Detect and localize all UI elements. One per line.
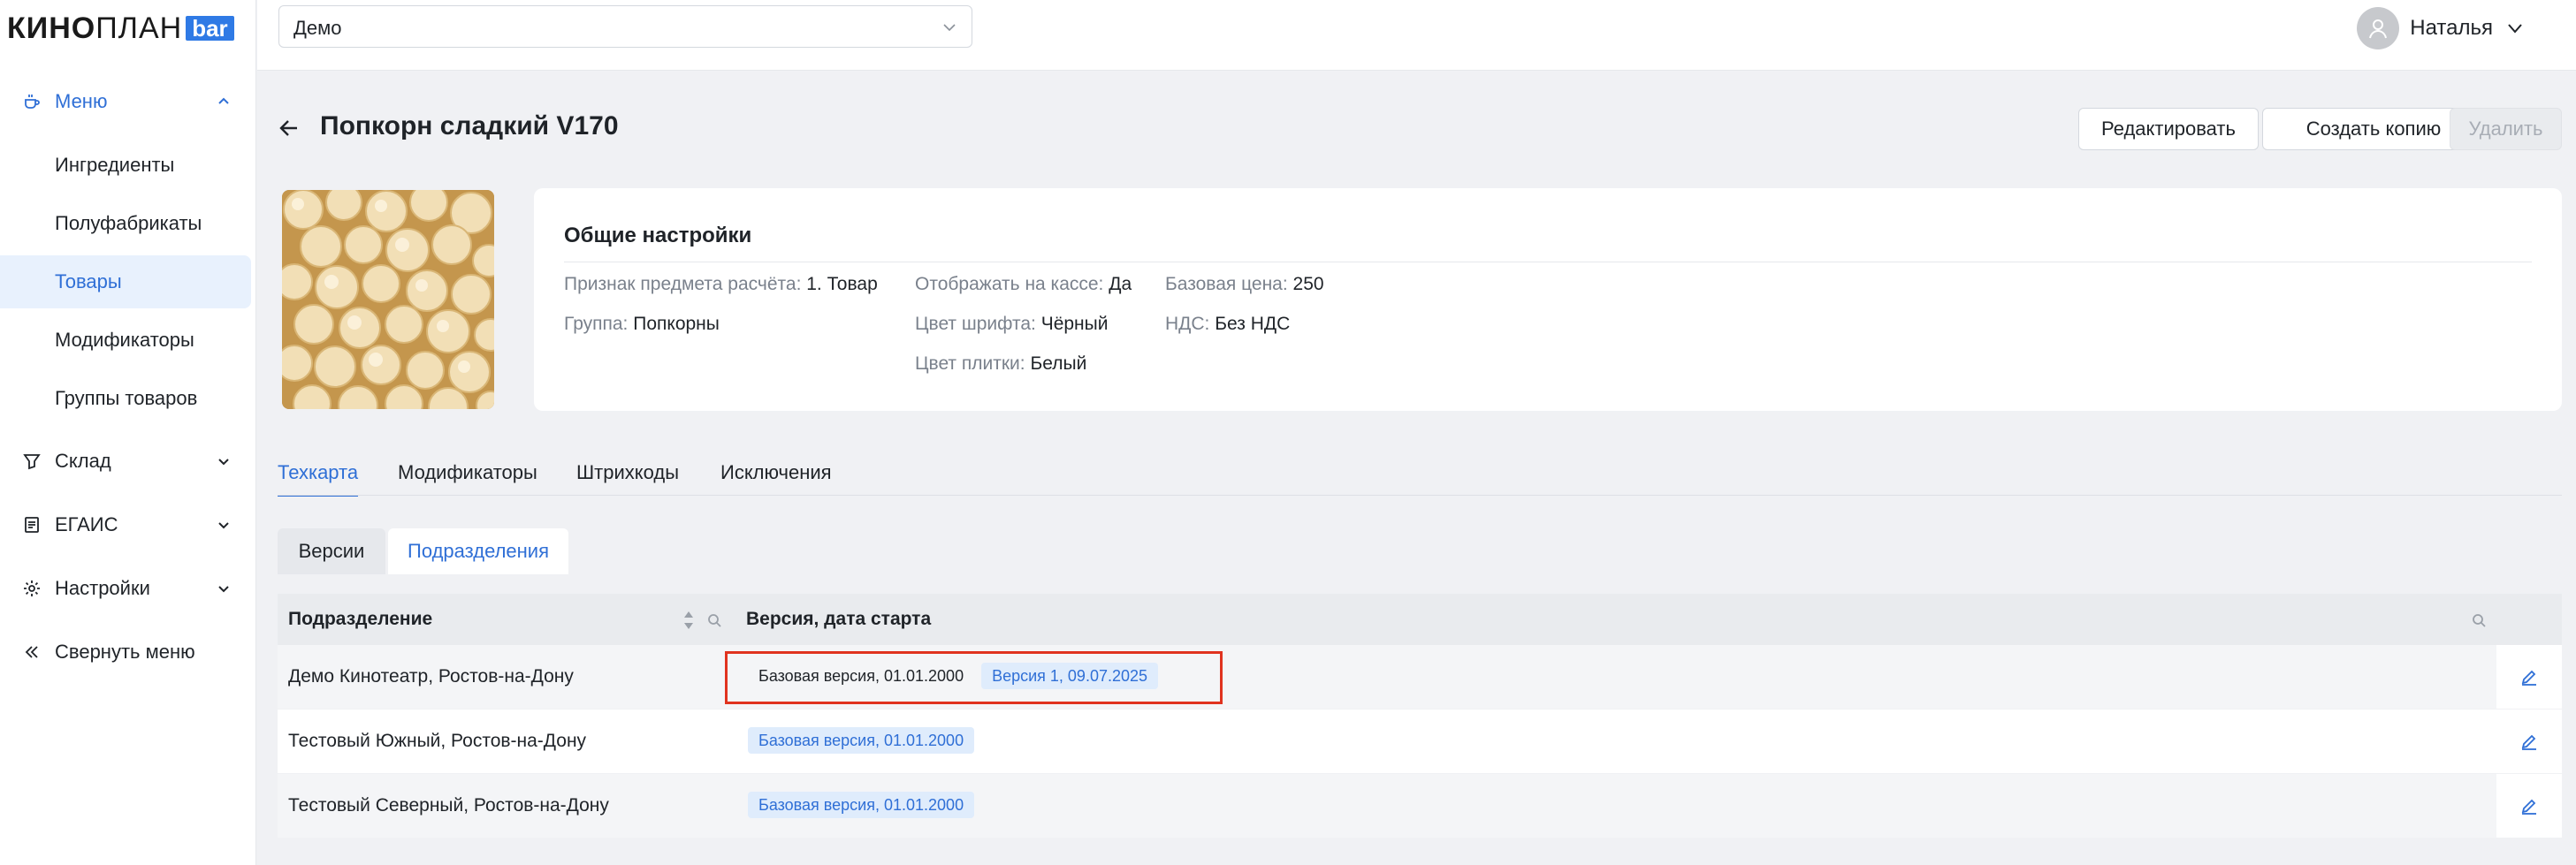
table-header: Подразделение Версия, дата старта (278, 594, 2562, 645)
sidebar-item-egais[interactable]: ЕГАИС (0, 499, 251, 550)
sidebar-item-products[interactable]: Товары (0, 255, 251, 308)
sidebar-item-settings[interactable]: Настройки (0, 563, 251, 614)
edit-row-button[interactable] (2496, 774, 2562, 838)
column-header-version: Версия, дата старта (746, 609, 932, 629)
search-icon[interactable] (707, 613, 721, 627)
general-settings-card: Общие настройки Признак предмета расчёта… (534, 188, 2562, 411)
field-tile-color: Цвет плитки: Белый (915, 353, 1087, 374)
field-group: Группа: Попкорны (564, 314, 720, 334)
document-icon (21, 514, 42, 535)
tab-techcard[interactable]: Техкарта (278, 461, 359, 497)
sidebar-item-modifiers[interactable]: Модификаторы (0, 314, 251, 367)
sidebar-item-label: Полуфабрикаты (55, 212, 202, 234)
edit-button[interactable]: Редактировать (2078, 108, 2259, 150)
tabs-divider (278, 495, 2562, 496)
card-title: Общие настройки (564, 224, 752, 247)
page-title: Попкорн сладкий V170 (320, 111, 619, 140)
edit-row-button[interactable] (2496, 709, 2562, 773)
table-row[interactable]: Тестовый Северный, Ростов-на-Дону Базова… (278, 774, 2562, 838)
collapse-menu-button[interactable]: Свернуть меню (0, 626, 251, 678)
cinema-select-value: Демо (293, 17, 342, 39)
funnel-glass-icon (21, 451, 42, 472)
sidebar-item-label: Ингредиенты (55, 154, 175, 176)
logo[interactable]: КИНОПЛАН bar (7, 11, 234, 45)
field-vat: НДС: Без НДС (1165, 314, 1291, 334)
field-show-on-cashbox: Отображать на кассе: Да (915, 274, 1132, 294)
sidebar-item-label: Свернуть меню (55, 641, 195, 663)
user-name: Наталья (2410, 16, 2493, 40)
version-chip[interactable]: Базовая версия, 01.01.2000 (748, 727, 975, 754)
sidebar-item-label: Модификаторы (55, 329, 194, 351)
sidebar-item-label: Склад (55, 450, 111, 472)
edit-row-button[interactable] (2496, 645, 2562, 709)
chevron-down-icon (218, 586, 229, 593)
sidebar: КИНОПЛАН bar Меню Ингредиенты Полуфабрик… (0, 0, 256, 865)
sidebar-item-label: Группы товаров (55, 387, 198, 409)
avatar (2357, 7, 2400, 49)
pencil-icon (2521, 734, 2536, 750)
logo-word-bold: КИНО (7, 11, 96, 45)
sidebar-item-ingredients[interactable]: Ингредиенты (0, 139, 251, 192)
double-chevron-left-icon (21, 641, 42, 663)
sidebar-item-label: Настройки (55, 577, 150, 599)
field-font-color: Цвет шрифта: Чёрный (915, 314, 1109, 334)
sidebar-item-product-groups[interactable]: Группы товаров (0, 372, 251, 425)
sidebar-item-label: Товары (55, 270, 122, 292)
sort-icon[interactable] (682, 610, 695, 631)
sidebar-item-semi-products[interactable]: Полуфабрикаты (0, 197, 251, 250)
sidebar-item-label: ЕГАИС (55, 513, 118, 535)
pencil-icon (2521, 799, 2536, 815)
product-image (282, 190, 494, 409)
chevron-down-icon (2508, 24, 2522, 34)
sidebar-item-warehouse[interactable]: Склад (0, 436, 251, 487)
sidebar-item-menu[interactable]: Меню (0, 76, 251, 127)
field-payment-subject: Признак предмета расчёта: 1. Товар (564, 274, 878, 294)
chevron-down-icon (218, 522, 229, 529)
division-name: Тестовый Южный, Ростов-на-Дону (288, 731, 587, 751)
pencil-icon (2521, 670, 2536, 686)
field-base-price: Базовая цена: 250 (1165, 274, 1324, 294)
chevron-up-icon (218, 97, 229, 104)
version-chips: Базовая версия, 01.01.2000 (748, 792, 981, 818)
table-row[interactable]: Тестовый Южный, Ростов-на-Дону Базовая в… (278, 709, 2562, 773)
table-row[interactable]: Демо Кинотеатр, Ростов-на-Дону Базовая в… (278, 645, 2562, 709)
tab-barcodes[interactable]: Штрихкоды (576, 461, 679, 495)
logo-word-thin: ПЛАН (95, 11, 183, 45)
top-bar: Демо Наталья (257, 0, 2576, 71)
division-name: Тестовый Северный, Ростов-на-Дону (288, 795, 609, 816)
gear-icon (21, 578, 42, 599)
sidebar-item-label: Меню (55, 90, 108, 112)
division-name: Демо Кинотеатр, Ростов-на-Дону (288, 666, 574, 687)
logo-badge: bar (186, 16, 234, 41)
user-menu[interactable]: Наталья (2357, 5, 2525, 51)
segment-divisions[interactable]: Подразделения (388, 528, 568, 574)
chevron-down-icon (218, 459, 229, 466)
chevron-down-icon (943, 24, 956, 32)
column-header-division: Подразделение (288, 609, 433, 629)
tab-modifiers[interactable]: Модификаторы (398, 461, 537, 495)
search-icon[interactable] (2472, 613, 2486, 627)
version-chips: Базовая версия, 01.01.2000 (748, 727, 981, 754)
version-chip[interactable]: Версия 1, 09.07.2025 (981, 663, 1159, 689)
segment-versions[interactable]: Версии (278, 528, 385, 574)
back-arrow-icon[interactable] (276, 115, 302, 141)
version-chips: Базовая версия, 01.01.2000 Версия 1, 09.… (748, 663, 1165, 689)
delete-button[interactable]: Удалить (2450, 108, 2562, 150)
tab-exclusions[interactable]: Исключения (720, 461, 832, 495)
coffee-cup-icon (21, 91, 42, 112)
version-chip[interactable]: Базовая версия, 01.01.2000 (748, 663, 975, 689)
version-chip[interactable]: Базовая версия, 01.01.2000 (748, 792, 975, 818)
cinema-select[interactable]: Демо (278, 5, 972, 48)
